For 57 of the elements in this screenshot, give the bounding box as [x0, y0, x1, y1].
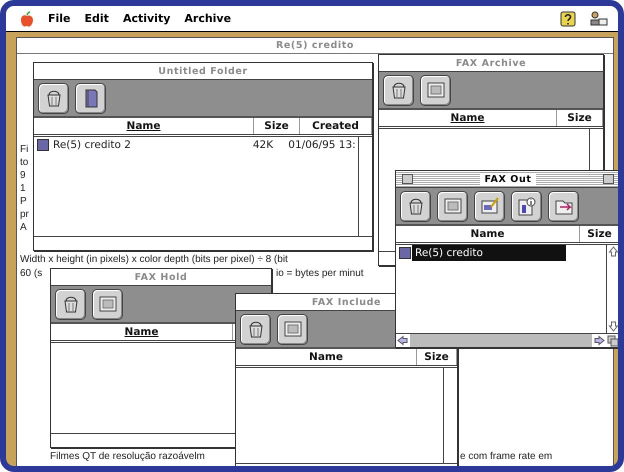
document-text: io = bytes per minut	[276, 268, 364, 279]
document-text: A	[20, 222, 27, 233]
document-text: Fi	[20, 144, 28, 155]
toolbar-button[interactable]	[55, 288, 86, 320]
toolbar-button[interactable]	[75, 82, 106, 114]
document-text: P	[20, 196, 27, 207]
toolbar-button[interactable]	[383, 74, 414, 106]
toolbar-button[interactable]	[92, 288, 123, 320]
toolbar-button[interactable]	[511, 190, 542, 222]
document-text: 60 (s	[20, 268, 42, 279]
toolbar-button[interactable]	[474, 190, 505, 222]
document-icon	[37, 139, 49, 151]
toolbar-button[interactable]	[400, 190, 431, 222]
document-text: Width x height (in pixels) x color depth (bits per pixel) ÷ 8 (bit	[20, 254, 288, 265]
right-arrow-icon[interactable]	[592, 334, 606, 347]
document-text: 9	[20, 170, 26, 181]
column-header[interactable]: Size	[580, 226, 618, 242]
apple-logo-icon[interactable]	[20, 10, 34, 26]
document-icon	[399, 247, 411, 259]
file-list-row[interactable]: Re(5) credito 2	[50, 137, 240, 153]
up-arrow-icon[interactable]	[607, 245, 618, 258]
menu-item[interactable]: File	[48, 12, 71, 25]
down-arrow-icon[interactable]	[607, 320, 618, 333]
vertical-scroll-bar[interactable]	[606, 245, 618, 333]
document-text: e com frame rate em	[460, 451, 552, 462]
zoom-box[interactable]	[603, 174, 614, 184]
window-title: FAX Out	[480, 174, 536, 184]
menu-item[interactable]: Edit	[84, 12, 109, 25]
application-icon[interactable]	[590, 10, 608, 26]
column-header[interactable]: Name	[379, 110, 557, 126]
toolbar-button[interactable]	[548, 190, 579, 222]
close-box[interactable]	[402, 174, 413, 184]
menu-item[interactable]: Activity	[122, 12, 170, 25]
horizontal-scroll-bar[interactable]	[396, 333, 618, 347]
file-list-row[interactable]: 42K	[240, 137, 286, 153]
toolbar-button[interactable]	[38, 82, 69, 114]
toolbar-button[interactable]	[277, 314, 308, 344]
left-arrow-icon[interactable]	[396, 334, 410, 347]
file-list-row[interactable]: 01/06/95 13:	[286, 137, 358, 153]
resize-box-icon[interactable]	[606, 334, 618, 347]
toolbar-button[interactable]	[240, 314, 271, 344]
info-document-icon	[516, 195, 538, 217]
help-icon[interactable]	[560, 10, 576, 26]
column-header[interactable]: Name	[34, 118, 254, 134]
toolbar-button[interactable]	[437, 190, 468, 222]
column-header[interactable]: Name	[396, 226, 580, 242]
column-header[interactable]: Name	[51, 324, 233, 340]
document-text: pr	[20, 209, 29, 220]
column-header[interactable]: Created	[300, 118, 372, 134]
document-text: Filmes QT de resolução razoávelm	[50, 451, 205, 462]
column-header[interactable]: Size	[557, 110, 603, 126]
toolbar-button[interactable]	[420, 74, 451, 106]
file-list-row[interactable]: Re(5) credito	[412, 245, 566, 261]
document-text: 1	[20, 183, 26, 194]
document-text: to	[20, 157, 28, 168]
column-header[interactable]: Size	[254, 118, 300, 134]
menu-item[interactable]: Archive	[184, 12, 232, 25]
